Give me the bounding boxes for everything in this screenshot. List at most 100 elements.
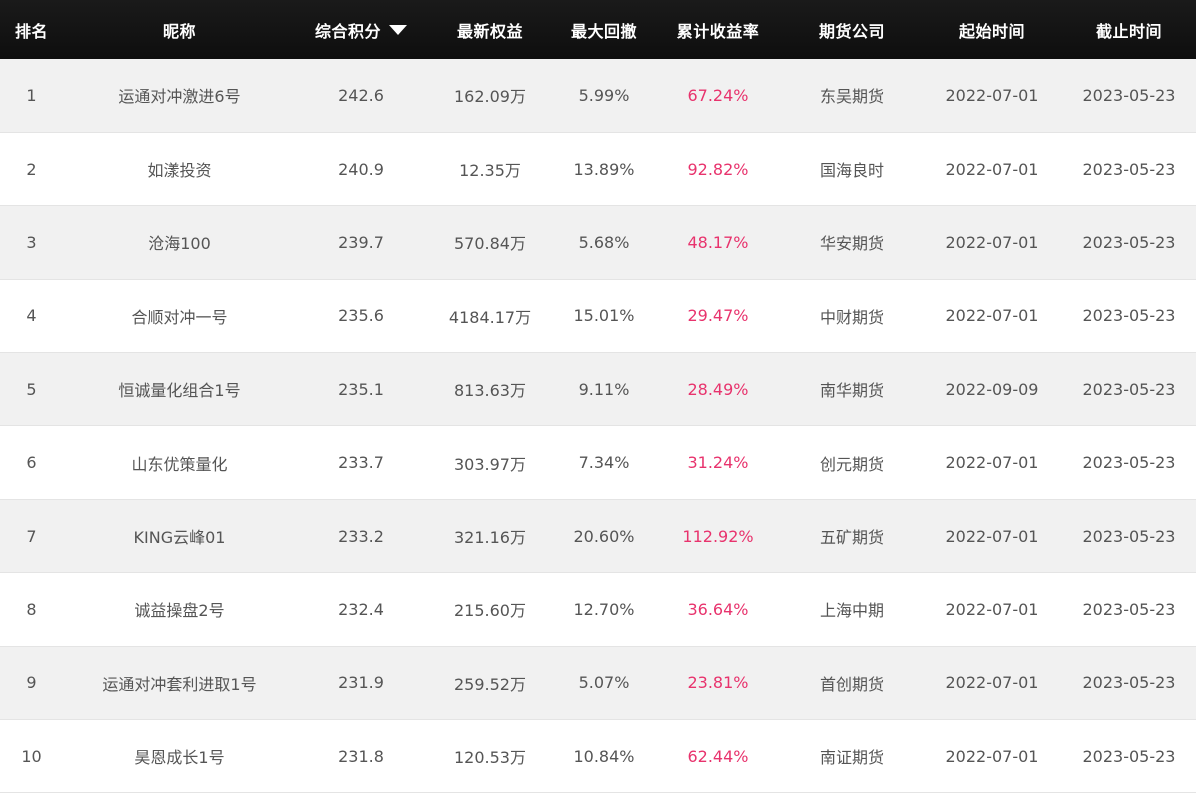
table-row[interactable]: 8 诚益操盘2号 232.4 215.60万 12.70% 36.64% 上海中期 2022-…: [0, 572, 1196, 647]
cell-broker: 华安期货: [782, 205, 922, 280]
table-row[interactable]: 6 山东优策量化 233.7 303.97万 7.34% 31.24% 创元期货 2022-0…: [0, 425, 1196, 500]
cell-start: 2022-07-01: [922, 572, 1062, 647]
table-row[interactable]: 2 如漾投资 240.9 12.35万 13.89% 92.82% 国海良时 2022-07-…: [0, 132, 1196, 207]
cell-drawdown: 15.01%: [554, 279, 654, 354]
cell-return: 29.47%: [654, 279, 782, 354]
cell-rank: 7: [0, 499, 63, 574]
table-header: 排名 昵称 综合积分 最新权益 最大回撤 累计收益率 期货公司 起始时间 截止时…: [0, 0, 1196, 59]
cell-end: 2023-05-23: [1062, 572, 1196, 647]
cell-nickname[interactable]: 恒诚量化组合1号: [63, 352, 296, 427]
cell-score: 233.7: [296, 425, 426, 500]
cell-return: 36.64%: [654, 572, 782, 647]
cell-return: 67.24%: [654, 59, 782, 133]
cell-nickname[interactable]: 诚益操盘2号: [63, 572, 296, 647]
cell-drawdown: 20.60%: [554, 499, 654, 574]
cell-equity: 259.52万: [426, 646, 554, 721]
cell-broker: 上海中期: [782, 572, 922, 647]
cell-end: 2023-05-23: [1062, 646, 1196, 721]
cell-nickname[interactable]: 山东优策量化: [63, 425, 296, 500]
cell-return: 28.49%: [654, 352, 782, 427]
cell-broker: 五矿期货: [782, 499, 922, 574]
cell-nickname[interactable]: 合顺对冲一号: [63, 279, 296, 354]
cell-nickname[interactable]: 运通对冲套利进取1号: [63, 646, 296, 721]
cell-return: 92.82%: [654, 132, 782, 207]
header-rank[interactable]: 排名: [0, 0, 63, 59]
cell-drawdown: 5.99%: [554, 59, 654, 133]
header-score[interactable]: 综合积分: [296, 0, 426, 59]
cell-broker: 国海良时: [782, 132, 922, 207]
cell-nickname[interactable]: 如漾投资: [63, 132, 296, 207]
header-score-label: 综合积分: [314, 21, 381, 41]
cell-end: 2023-05-23: [1062, 425, 1196, 500]
header-nickname[interactable]: 昵称: [63, 0, 296, 59]
cell-return: 112.92%: [654, 499, 782, 574]
table-row[interactable]: 9 运通对冲套利进取1号 231.9 259.52万 5.07% 23.81% 首创期货 20…: [0, 646, 1196, 721]
cell-nickname[interactable]: 运通对冲激进6号: [63, 59, 296, 133]
cell-equity: 12.35万: [426, 132, 554, 207]
cell-start: 2022-07-01: [922, 425, 1062, 500]
cell-drawdown: 5.07%: [554, 646, 654, 721]
cell-end: 2023-05-23: [1062, 205, 1196, 280]
table-row[interactable]: 5 恒诚量化组合1号 235.1 813.63万 9.11% 28.49% 南华期货 2022…: [0, 352, 1196, 427]
cell-end: 2023-05-23: [1062, 132, 1196, 207]
cell-rank: 8: [0, 572, 63, 647]
cell-start: 2022-07-01: [922, 499, 1062, 574]
table-row[interactable]: 7 KING云峰01 233.2 321.16万 20.60% 112.92% 五矿期货 20…: [0, 499, 1196, 574]
cell-score: 231.9: [296, 646, 426, 721]
cell-score: 235.1: [296, 352, 426, 427]
cell-end: 2023-05-23: [1062, 279, 1196, 354]
table-row[interactable]: 4 合顺对冲一号 235.6 4184.17万 15.01% 29.47% 中财期货 2022…: [0, 279, 1196, 354]
cell-broker: 南证期货: [782, 719, 922, 793]
cell-return: 48.17%: [654, 205, 782, 280]
cell-score: 242.6: [296, 59, 426, 133]
cell-start: 2022-07-01: [922, 279, 1062, 354]
cell-broker: 中财期货: [782, 279, 922, 354]
cell-drawdown: 12.70%: [554, 572, 654, 647]
cell-rank: 9: [0, 646, 63, 721]
cell-end: 2023-05-23: [1062, 499, 1196, 574]
cell-score: 235.6: [296, 279, 426, 354]
cell-rank: 6: [0, 425, 63, 500]
cell-start: 2022-07-01: [922, 59, 1062, 133]
caret-down-icon[interactable]: [389, 24, 407, 35]
header-return[interactable]: 累计收益率: [654, 0, 782, 59]
cell-drawdown: 5.68%: [554, 205, 654, 280]
cell-start: 2022-07-01: [922, 132, 1062, 207]
cell-end: 2023-05-23: [1062, 352, 1196, 427]
cell-end: 2023-05-23: [1062, 59, 1196, 133]
cell-rank: 3: [0, 205, 63, 280]
header-start[interactable]: 起始时间: [922, 0, 1062, 59]
table-body: 1 运通对冲激进6号 242.6 162.09万 5.99% 67.24% 东吴期货 2022…: [0, 59, 1196, 793]
cell-rank: 2: [0, 132, 63, 207]
cell-score: 231.8: [296, 719, 426, 793]
cell-broker: 创元期货: [782, 425, 922, 500]
cell-equity: 813.63万: [426, 352, 554, 427]
cell-rank: 10: [0, 719, 63, 793]
cell-broker: 南华期货: [782, 352, 922, 427]
cell-nickname[interactable]: 沧海100: [63, 205, 296, 280]
cell-return: 31.24%: [654, 425, 782, 500]
cell-drawdown: 9.11%: [554, 352, 654, 427]
cell-return: 62.44%: [654, 719, 782, 793]
header-broker[interactable]: 期货公司: [782, 0, 922, 59]
header-equity[interactable]: 最新权益: [426, 0, 554, 59]
header-end[interactable]: 截止时间: [1062, 0, 1196, 59]
table-row[interactable]: 10 昊恩成长1号 231.8 120.53万 10.84% 62.44% 南证期货 2022…: [0, 719, 1196, 793]
cell-drawdown: 10.84%: [554, 719, 654, 793]
cell-start: 2022-07-01: [922, 646, 1062, 721]
cell-nickname[interactable]: 昊恩成长1号: [63, 719, 296, 793]
cell-equity: 303.97万: [426, 425, 554, 500]
cell-score: 232.4: [296, 572, 426, 647]
cell-equity: 570.84万: [426, 205, 554, 280]
cell-equity: 215.60万: [426, 572, 554, 647]
cell-start: 2022-09-09: [922, 352, 1062, 427]
cell-broker: 首创期货: [782, 646, 922, 721]
header-drawdown[interactable]: 最大回撤: [554, 0, 654, 59]
table-row[interactable]: 3 沧海100 239.7 570.84万 5.68% 48.17% 华安期货 2022-07…: [0, 205, 1196, 280]
cell-equity: 120.53万: [426, 719, 554, 793]
cell-equity: 162.09万: [426, 59, 554, 133]
cell-start: 2022-07-01: [922, 719, 1062, 793]
cell-nickname[interactable]: KING云峰01: [63, 499, 296, 574]
cell-end: 2023-05-23: [1062, 719, 1196, 793]
table-row[interactable]: 1 运通对冲激进6号 242.6 162.09万 5.99% 67.24% 东吴期货 2022…: [0, 59, 1196, 133]
